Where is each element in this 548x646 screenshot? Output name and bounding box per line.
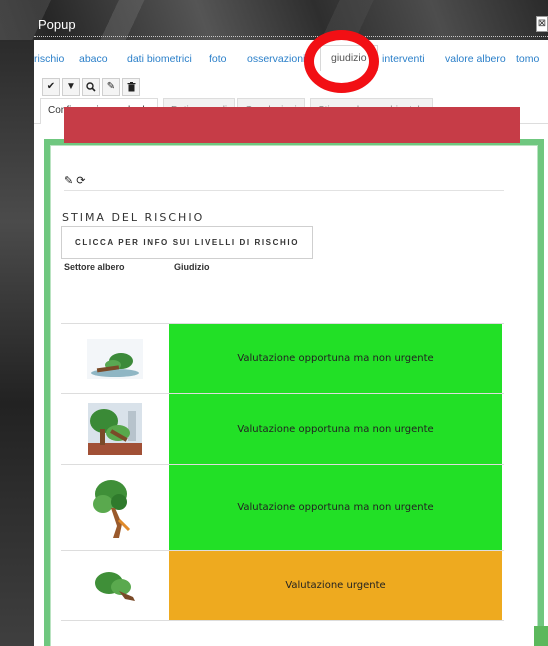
form-actions: ✎ ⟳ — [64, 174, 86, 187]
tab-rischio[interactable]: rischio — [34, 53, 64, 65]
judgement-cell-3: Valutazione opportuna ma non urgente — [169, 465, 502, 550]
tab-interventi[interactable]: interventi — [382, 53, 425, 65]
tab-dati-biometrici[interactable]: dati biometrici — [127, 53, 192, 65]
tab-foto[interactable]: foto — [209, 53, 227, 65]
tab-tomo[interactable]: tomo — [516, 53, 539, 65]
background-strip — [0, 40, 34, 646]
toolbar: ✔ ▼ ✎ — [42, 78, 142, 96]
risk-info-button[interactable]: CLICCA PER INFO SUI LIVELLI DI RISCHIO — [61, 226, 313, 259]
tree-sector-image-1 — [61, 324, 169, 393]
titlebar-divider — [34, 36, 548, 37]
section-title: STIMA DEL RISCHIO — [62, 211, 205, 224]
trash-icon[interactable] — [122, 78, 140, 96]
tree-sector-image-2 — [61, 394, 169, 464]
refresh-icon[interactable]: ⟳ — [76, 175, 85, 187]
column-header-settore: Settore albero — [64, 262, 125, 272]
popup-title: Popup — [38, 17, 76, 32]
column-header-giudizio: Giudizio — [174, 262, 210, 272]
tree-sector-image-4 — [61, 551, 169, 620]
divider — [64, 190, 504, 191]
judgement-cell-1: Valutazione opportuna ma non urgente — [169, 324, 502, 393]
tab-abaco[interactable]: abaco — [79, 53, 108, 65]
tree-sector-image-3 — [61, 465, 169, 550]
pencil-icon[interactable]: ✎ — [64, 175, 73, 187]
judgement-cell-4: Valutazione urgente — [169, 551, 502, 620]
check-icon[interactable]: ✔ — [42, 78, 60, 96]
judgement-cell-2: Valutazione opportuna ma non urgente — [169, 394, 502, 464]
popup-titlebar: Popup ⊠ — [34, 0, 548, 38]
scroll-corner-button[interactable] — [534, 626, 548, 646]
edit-icon[interactable]: ✎ — [102, 78, 120, 96]
zoom-icon[interactable] — [82, 78, 100, 96]
filter-icon[interactable]: ▼ — [62, 78, 80, 96]
tab-valore-albero[interactable]: valore albero — [445, 53, 506, 65]
form-header-banner — [64, 107, 520, 143]
top-tab-bar: rischio abaco dati biometrici foto osser… — [34, 40, 548, 72]
annotation-circle — [304, 30, 379, 93]
close-icon[interactable]: ⊠ — [536, 16, 548, 32]
row-divider — [61, 620, 504, 621]
tab-osservazioni[interactable]: osservazioni — [247, 53, 305, 65]
